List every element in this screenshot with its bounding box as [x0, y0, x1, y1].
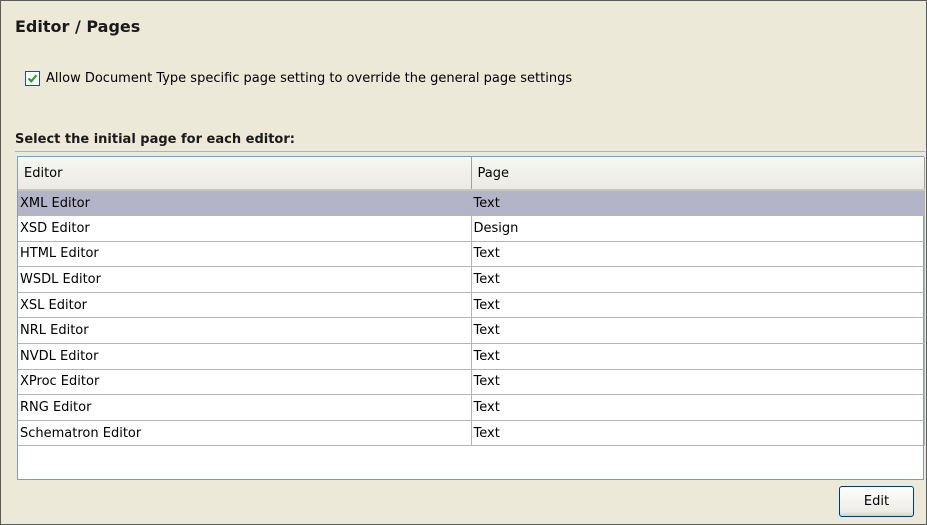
section-separator	[15, 151, 925, 152]
editor-cell[interactable]: XSD Editor	[18, 215, 472, 242]
preferences-panel: Editor / Pages Allow Document Type speci…	[0, 0, 927, 525]
table-header-row: Editor Page	[18, 157, 925, 191]
page-title: Editor / Pages	[15, 17, 141, 36]
page-cell[interactable]: Text	[471, 369, 925, 396]
editor-cell[interactable]: RNG Editor	[18, 394, 472, 421]
checkmark-icon	[27, 74, 38, 83]
table-row[interactable]: XML Editor Text	[18, 190, 925, 217]
page-cell[interactable]: Text	[471, 420, 925, 447]
override-option-row[interactable]: Allow Document Type specific page settin…	[25, 71, 572, 86]
editor-cell[interactable]: NVDL Editor	[18, 343, 472, 370]
page-cell[interactable]: Text	[471, 292, 925, 319]
column-header-editor[interactable]: Editor	[18, 157, 472, 191]
table-row[interactable]: XSD Editor Design	[18, 215, 925, 242]
section-label: Select the initial page for each editor:	[15, 132, 295, 147]
table-row[interactable]: XProc Editor Text	[18, 369, 925, 396]
page-cell[interactable]: Design	[471, 215, 925, 242]
page-cell[interactable]: Text	[471, 190, 925, 217]
table-row[interactable]: NRL Editor Text	[18, 317, 925, 345]
editor-cell[interactable]: XML Editor	[18, 190, 472, 217]
column-header-page[interactable]: Page	[471, 157, 925, 191]
table-row[interactable]: HTML Editor Text	[18, 241, 925, 268]
page-cell[interactable]: Text	[471, 241, 925, 268]
editor-cell[interactable]: HTML Editor	[18, 241, 472, 268]
override-checkbox-label: Allow Document Type specific page settin…	[46, 71, 573, 86]
editor-cell[interactable]: XProc Editor	[18, 369, 472, 396]
editor-cell[interactable]: NRL Editor	[18, 317, 472, 345]
editor-page-table: Editor Page XML Editor Text XSD Editor D…	[17, 156, 925, 480]
page-cell[interactable]: Text	[471, 394, 925, 421]
table-row[interactable]: NVDL Editor Text	[18, 343, 925, 370]
editor-cell[interactable]: Schematron Editor	[18, 420, 472, 447]
editor-cell[interactable]: WSDL Editor	[18, 266, 472, 293]
page-cell[interactable]: Text	[471, 343, 925, 370]
edit-button[interactable]: Edit	[839, 486, 914, 517]
table-row[interactable]: RNG Editor Text	[18, 394, 925, 421]
page-cell[interactable]: Text	[471, 266, 925, 293]
table-row[interactable]: Schematron Editor Text	[18, 420, 925, 447]
table-row[interactable]: WSDL Editor Text	[18, 266, 925, 293]
page-cell[interactable]: Text	[471, 317, 925, 345]
override-checkbox[interactable]	[25, 71, 40, 86]
editor-cell[interactable]: XSL Editor	[18, 292, 472, 319]
table-row[interactable]: XSL Editor Text	[18, 292, 925, 319]
